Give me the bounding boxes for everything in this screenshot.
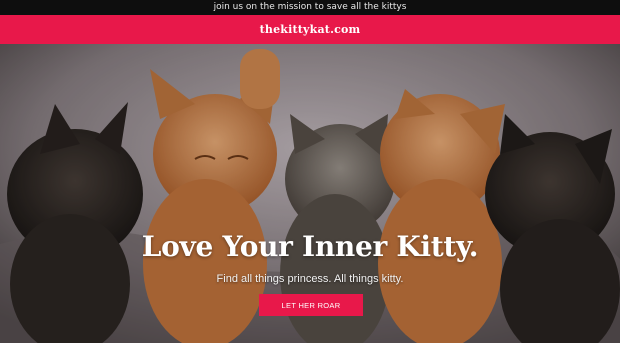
announcement-bar: join us on the mission to save all the k… [0, 0, 620, 15]
announcement-text: join us on the mission to save all the k… [213, 2, 407, 12]
hero-headline: Love Your Inner Kitty. [141, 230, 479, 263]
hero-subtitle: Find all things princess. All things kit… [216, 273, 404, 285]
hero-section: Love Your Inner Kitty. Find all things p… [0, 44, 620, 343]
brand-bar: thekittykat.com [0, 15, 620, 44]
let-her-roar-button[interactable]: LET HER ROAR [259, 294, 363, 316]
site-logo-link[interactable]: thekittykat.com [260, 23, 361, 36]
